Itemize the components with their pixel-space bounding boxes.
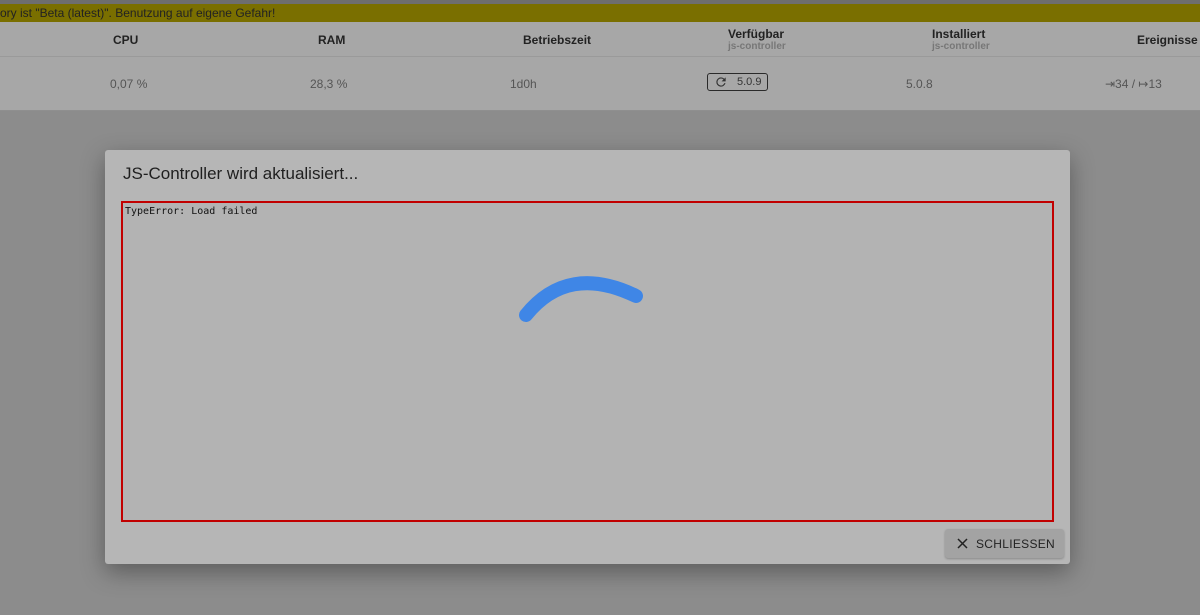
close-button-label: SCHLIESSEN bbox=[976, 537, 1056, 551]
cpu-value: 0,07 % bbox=[110, 77, 148, 91]
beta-warning-text: ory ist "Beta (latest)". Benutzung auf e… bbox=[0, 6, 276, 20]
header-available-label: Verfügbar bbox=[728, 27, 785, 41]
refresh-icon bbox=[716, 77, 726, 87]
dialog-title: JS-Controller wird aktualisiert... bbox=[123, 164, 359, 183]
uptime-value: 1d0h bbox=[510, 77, 537, 91]
header-available-sub: js-controller bbox=[728, 41, 786, 52]
header-ram: RAM bbox=[318, 33, 346, 47]
header-installed: Installiert js-controller bbox=[932, 27, 990, 52]
header-uptime: Betriebszeit bbox=[523, 33, 592, 47]
update-dialog: JS-Controller wird aktualisiert... TypeE… bbox=[105, 150, 1070, 564]
table-row: 0,07 % 28,3 % 1d0h 5.0.9 5.0.8 ⇥34 / ↦13 bbox=[0, 57, 1200, 111]
events-value: ⇥34 / ↦13 bbox=[1105, 77, 1162, 91]
header-events: Ereignisse bbox=[1137, 33, 1198, 47]
beta-warning-banner: ory ist "Beta (latest)". Benutzung auf e… bbox=[0, 4, 1200, 22]
installed-version: 5.0.8 bbox=[906, 77, 933, 91]
header-available: Verfügbar js-controller bbox=[728, 27, 786, 52]
table-header: CPU RAM Betriebszeit Verfügbar js-contro… bbox=[0, 22, 1200, 57]
header-installed-sub: js-controller bbox=[932, 41, 990, 52]
update-log[interactable]: TypeError: Load failed bbox=[121, 201, 1054, 522]
close-icon bbox=[957, 538, 968, 549]
log-line: TypeError: Load failed bbox=[125, 206, 258, 217]
host-table: CPU RAM Betriebszeit Verfügbar js-contro… bbox=[0, 22, 1200, 111]
update-available-chip[interactable]: 5.0.9 bbox=[707, 73, 768, 91]
loading-spinner bbox=[519, 276, 643, 322]
available-version: 5.0.9 bbox=[737, 76, 762, 88]
header-installed-label: Installiert bbox=[932, 27, 986, 41]
close-button[interactable]: SCHLIESSEN bbox=[945, 529, 1064, 558]
ram-value: 28,3 % bbox=[310, 77, 348, 91]
header-cpu: CPU bbox=[113, 33, 139, 47]
